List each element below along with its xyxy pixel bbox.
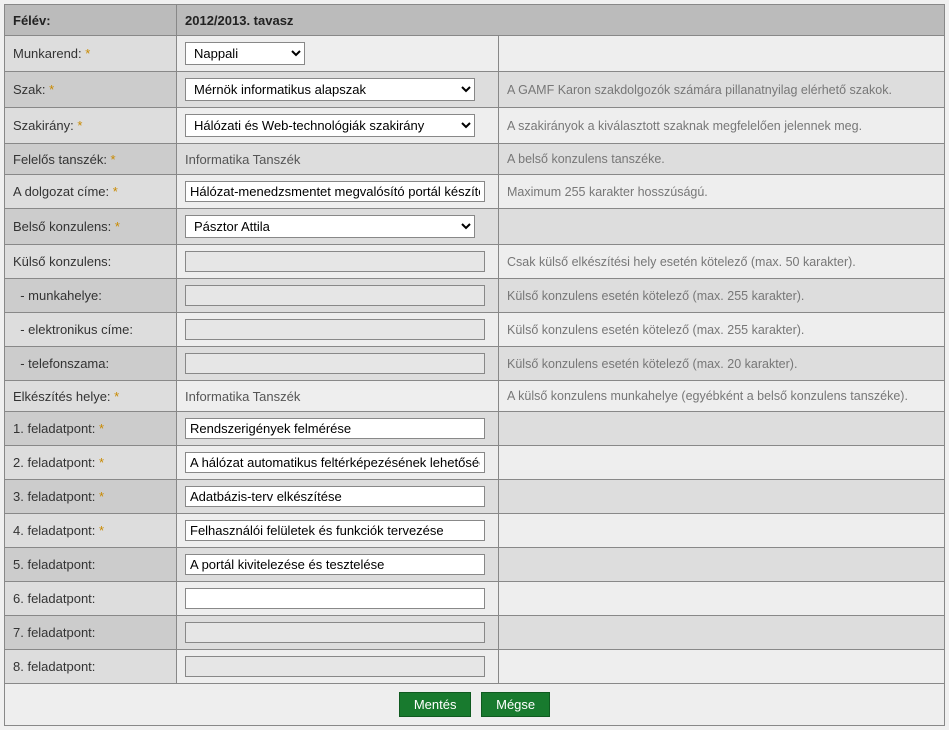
f4-input[interactable] (185, 520, 485, 541)
req-marker: * (77, 118, 82, 133)
label-f4: 4. feladatpont: (13, 523, 99, 538)
label-kulso-munka: - munkahelye: (13, 288, 102, 303)
req-marker: * (99, 489, 104, 504)
req-marker: * (113, 184, 118, 199)
hint-f2 (499, 446, 945, 480)
label-f7: 7. feladatpont: (13, 625, 95, 640)
label-tanszek: Felelős tanszék: (13, 152, 111, 167)
req-marker: * (111, 152, 116, 167)
req-marker: * (49, 82, 54, 97)
hint-kulso-email: Külső konzulens esetén kötelező (max. 25… (499, 313, 945, 347)
hint-tanszek: A belső konzulens tanszéke. (499, 144, 945, 175)
hint-szak: A GAMF Karon szakdolgozók számára pillan… (499, 72, 945, 108)
label-kulso-tel: - telefonszama: (13, 356, 109, 371)
semester-value: 2012/2013. tavasz (177, 5, 945, 36)
req-marker: * (85, 46, 90, 61)
hint-szakirany: A szakirányok a kiválasztott szaknak meg… (499, 108, 945, 144)
label-f1: 1. feladatpont: (13, 421, 99, 436)
kulso-tel-input[interactable] (185, 353, 485, 374)
label-f5: 5. feladatpont: (13, 557, 95, 572)
label-f8: 8. feladatpont: (13, 659, 95, 674)
f1-input[interactable] (185, 418, 485, 439)
thesis-form-table: Félév: 2012/2013. tavasz Munkarend: * Na… (4, 4, 945, 726)
hint-f4 (499, 514, 945, 548)
req-marker: * (114, 389, 119, 404)
req-marker: * (99, 421, 104, 436)
hint-f7 (499, 616, 945, 650)
hely-value: Informatika Tanszék (185, 389, 300, 404)
label-f3: 3. feladatpont: (13, 489, 99, 504)
req-marker: * (99, 455, 104, 470)
munkarend-select[interactable]: Nappali (185, 42, 305, 65)
hint-munkarend (499, 36, 945, 72)
label-hely: Elkészítés helye: (13, 389, 114, 404)
hint-kulso: Csak külső elkészítési hely esetén kötel… (499, 245, 945, 279)
szak-select[interactable]: Mérnök informatikus alapszak (185, 78, 475, 101)
req-marker: * (99, 523, 104, 538)
hint-kulso-tel: Külső konzulens esetén kötelező (max. 20… (499, 347, 945, 381)
label-cim: A dolgozat címe: (13, 184, 113, 199)
hint-f6 (499, 582, 945, 616)
szakirany-select[interactable]: Hálózati és Web-technológiák szakirány (185, 114, 475, 137)
cim-input[interactable] (185, 181, 485, 202)
kulso-email-input[interactable] (185, 319, 485, 340)
belso-select[interactable]: Pásztor Attila (185, 215, 475, 238)
semester-label: Félév: (5, 5, 177, 36)
hint-hely: A külső konzulens munkahelye (egyébként … (499, 381, 945, 412)
tanszek-value: Informatika Tanszék (185, 152, 300, 167)
f2-input[interactable] (185, 452, 485, 473)
f8-input[interactable] (185, 656, 485, 677)
kulso-munka-input[interactable] (185, 285, 485, 306)
hint-f1 (499, 412, 945, 446)
hint-f5 (499, 548, 945, 582)
label-belso: Belső konzulens: (13, 219, 115, 234)
hint-f8 (499, 650, 945, 684)
save-button[interactable]: Mentés (399, 692, 472, 717)
hint-kulso-munka: Külső konzulens esetén kötelező (max. 25… (499, 279, 945, 313)
kulso-input[interactable] (185, 251, 485, 272)
label-kulso: Külső konzulens: (13, 254, 111, 269)
label-f6: 6. feladatpont: (13, 591, 95, 606)
label-munkarend: Munkarend: (13, 46, 85, 61)
f7-input[interactable] (185, 622, 485, 643)
hint-f3 (499, 480, 945, 514)
hint-belso (499, 209, 945, 245)
hint-cim: Maximum 255 karakter hosszúságú. (499, 175, 945, 209)
f5-input[interactable] (185, 554, 485, 575)
f3-input[interactable] (185, 486, 485, 507)
label-kulso-email: - elektronikus címe: (13, 322, 133, 337)
label-szak: Szak: (13, 82, 49, 97)
label-f2: 2. feladatpont: (13, 455, 99, 470)
f6-input[interactable] (185, 588, 485, 609)
cancel-button[interactable]: Mégse (481, 692, 550, 717)
label-szakirany: Szakirány: (13, 118, 77, 133)
req-marker: * (115, 219, 120, 234)
